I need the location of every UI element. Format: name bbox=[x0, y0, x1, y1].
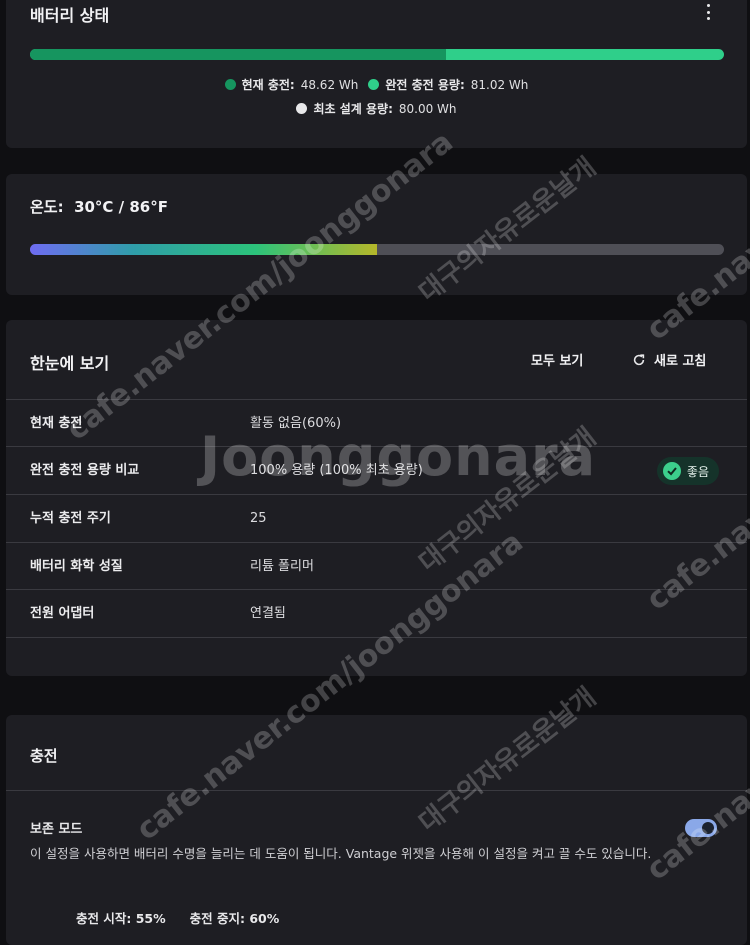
row-label: 배터리 화학 성질 bbox=[30, 559, 123, 574]
current-charge-label: 현재 충전: bbox=[241, 78, 295, 92]
status-badge: 좋음 bbox=[656, 457, 719, 485]
row-label: 현재 충전 bbox=[30, 416, 83, 431]
charge-thresholds: 충전 시작: 55% 충전 중지: 60% bbox=[76, 908, 279, 927]
view-all-button[interactable]: 모두 보기 bbox=[531, 350, 583, 369]
design-capacity-value: 80.00 Wh bbox=[398, 101, 457, 116]
more-options-icon[interactable] bbox=[703, 4, 713, 20]
full-capacity-value: 81.02 Wh bbox=[470, 77, 529, 92]
legend-design: 최초 설계 용량: 80.00 Wh bbox=[296, 100, 457, 117]
check-icon bbox=[662, 462, 681, 480]
battery-legend-row-2: 최초 설계 용량: 80.00 Wh bbox=[6, 100, 747, 117]
legend-full: 완전 충전 용량: 81.02 Wh bbox=[368, 76, 528, 93]
row-label: 전원 어댑터 bbox=[30, 606, 95, 621]
row-label: 완전 충전 용량 비교 bbox=[30, 463, 140, 478]
row-value: 100% 용량 (100% 최초 용량) bbox=[250, 463, 423, 478]
table-row: 완전 충전 용량 비교 100% 용량 (100% 최초 용량) 좋음 bbox=[6, 447, 747, 494]
charge-stop-label: 충전 중지: 60% bbox=[189, 911, 280, 926]
design-capacity-label: 최초 설계 용량: bbox=[313, 102, 393, 116]
temperature-bar bbox=[30, 244, 724, 255]
temperature-heading: 온도: 30°C / 86°F bbox=[30, 196, 168, 217]
charge-start-label: 충전 시작: 55% bbox=[76, 911, 166, 926]
battery-status-card: 배터리 상태 현재 충전: 48.62 Wh 완전 충전 용량: 81.02 W… bbox=[6, 0, 747, 148]
glance-title: 한눈에 보기 bbox=[30, 354, 110, 373]
table-row: 현재 충전 활동 없음(60%) bbox=[6, 400, 747, 447]
row-value: 활동 없음(60%) bbox=[250, 416, 342, 431]
battery-capacity-bar bbox=[30, 49, 724, 60]
conservation-mode-description: 이 설정을 사용하면 배터리 수명을 늘리는 데 도움이 됩니다. Vantag… bbox=[30, 846, 652, 861]
refresh-button[interactable]: 새로 고침 bbox=[632, 350, 706, 369]
full-capacity-dot-icon bbox=[368, 79, 380, 90]
current-charge-dot-icon bbox=[224, 79, 236, 90]
conservation-mode-label: 보존 모드 bbox=[30, 822, 83, 837]
table-row: 전원 어댑터 연결됨 bbox=[6, 590, 747, 637]
refresh-label: 새로 고침 bbox=[654, 354, 707, 369]
toggle-knob bbox=[702, 822, 714, 834]
at-a-glance-card: 한눈에 보기 모두 보기 새로 고침 현재 충전 활동 없음(60%) 완전 충… bbox=[6, 320, 747, 676]
refresh-icon bbox=[633, 353, 645, 365]
divider bbox=[6, 790, 747, 791]
battery-status-title: 배터리 상태 bbox=[30, 6, 110, 25]
table-row: 배터리 화학 성질 리튬 폴리머 bbox=[6, 543, 747, 590]
divider bbox=[6, 637, 747, 638]
row-value: 연결됨 bbox=[250, 606, 286, 621]
row-value: 리튬 폴리머 bbox=[250, 559, 314, 574]
current-charge-value: 48.62 Wh bbox=[300, 77, 359, 92]
temperature-card: 온도: 30°C / 86°F bbox=[6, 174, 747, 295]
conservation-mode-toggle[interactable] bbox=[685, 819, 717, 837]
status-badge-label: 좋음 bbox=[686, 464, 709, 479]
design-capacity-dot-icon bbox=[296, 103, 308, 114]
temperature-label: 온도: bbox=[30, 198, 64, 216]
row-value: 25 bbox=[250, 511, 267, 526]
table-row: 누적 충전 주기 25 bbox=[6, 495, 747, 542]
battery-legend-row-1: 현재 충전: 48.62 Wh 완전 충전 용량: 81.02 Wh bbox=[6, 76, 747, 93]
row-label: 누적 충전 주기 bbox=[30, 511, 111, 526]
full-capacity-label: 완전 충전 용량: bbox=[385, 78, 465, 92]
battery-current-fill bbox=[30, 49, 447, 60]
temperature-value: 30°C / 86°F bbox=[74, 198, 168, 216]
charging-card: 충전 보존 모드 이 설정을 사용하면 배터리 수명을 늘리는 데 도움이 됩니… bbox=[6, 715, 747, 945]
legend-current: 현재 충전: 48.62 Wh bbox=[224, 76, 359, 93]
charging-title: 충전 bbox=[30, 747, 58, 765]
temperature-bar-fill bbox=[30, 244, 377, 255]
